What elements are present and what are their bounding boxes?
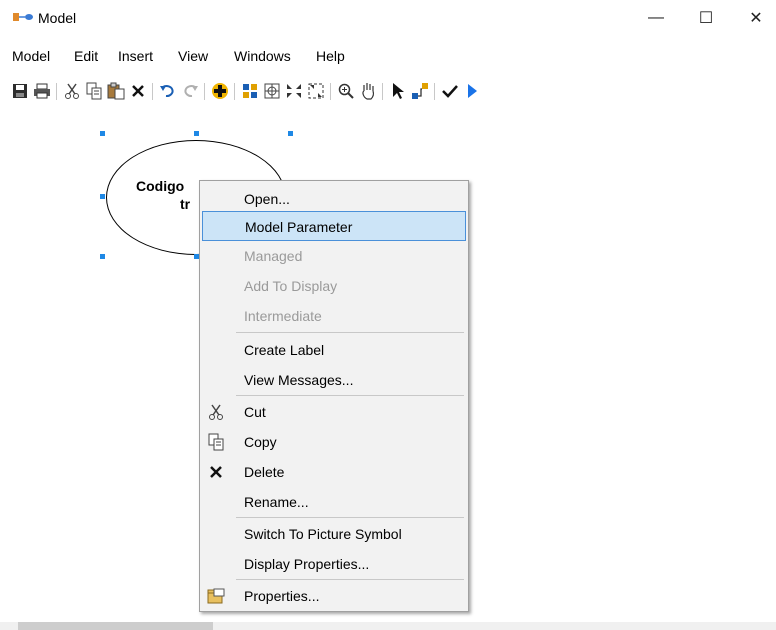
pan-icon[interactable] bbox=[358, 81, 378, 101]
toolbar bbox=[0, 76, 776, 106]
toolbar-separator bbox=[204, 83, 205, 100]
delete-icon[interactable] bbox=[128, 81, 148, 101]
selection-handle[interactable] bbox=[100, 131, 105, 136]
scrollbar-thumb[interactable] bbox=[18, 622, 213, 630]
model-element-label: Codigo bbox=[136, 178, 185, 194]
menu-item-label: Copy bbox=[244, 434, 277, 450]
window-title: Model bbox=[38, 10, 77, 26]
delete-icon bbox=[206, 463, 226, 481]
toolbar-separator bbox=[382, 83, 383, 100]
menu-item-label: Intermediate bbox=[244, 308, 322, 324]
toolbar-separator bbox=[152, 83, 153, 100]
selection-handle[interactable] bbox=[100, 194, 105, 199]
zoom-in-icon[interactable] bbox=[336, 81, 356, 101]
minimize-button[interactable]: — bbox=[636, 4, 676, 32]
menu-item-intermediate: Intermediate bbox=[202, 301, 466, 331]
run-icon[interactable] bbox=[462, 81, 482, 101]
menu-item-label: Switch To Picture Symbol bbox=[244, 526, 402, 542]
maximize-button[interactable]: ☐ bbox=[686, 4, 726, 32]
menu-item-label: Delete bbox=[244, 464, 285, 480]
fixed-zoom-in-icon[interactable] bbox=[284, 81, 304, 101]
menu-separator bbox=[236, 332, 464, 333]
menu-separator bbox=[236, 395, 464, 396]
menu-item-label: Properties... bbox=[244, 588, 320, 604]
redo-icon[interactable] bbox=[180, 81, 200, 101]
menu-item-label: View Messages... bbox=[244, 372, 354, 388]
connect-icon[interactable] bbox=[410, 81, 430, 101]
toolbar-separator bbox=[234, 83, 235, 100]
copy-icon[interactable] bbox=[84, 81, 104, 101]
select-icon[interactable] bbox=[388, 81, 408, 101]
menu-separator bbox=[236, 517, 464, 518]
menu-model[interactable]: Model bbox=[12, 48, 50, 64]
selection-handle[interactable] bbox=[100, 254, 105, 259]
menu-edit[interactable]: Edit bbox=[74, 48, 98, 64]
menu-item-label: Cut bbox=[244, 404, 266, 420]
modelbuilder-icon bbox=[12, 11, 34, 25]
save-icon[interactable] bbox=[10, 81, 30, 101]
menu-item-label: Open... bbox=[244, 191, 290, 207]
horizontal-scrollbar[interactable] bbox=[0, 622, 776, 630]
menu-item-delete[interactable]: Delete bbox=[202, 457, 466, 487]
close-button[interactable]: ✕ bbox=[736, 4, 776, 32]
menu-item-create-label[interactable]: Create Label bbox=[202, 335, 466, 365]
undo-icon[interactable] bbox=[158, 81, 178, 101]
copy-icon bbox=[206, 433, 226, 451]
print-icon[interactable] bbox=[32, 81, 52, 101]
menu-item-open[interactable]: Open... bbox=[202, 184, 466, 214]
toolbar-separator bbox=[56, 83, 57, 100]
menu-item-managed: Managed bbox=[202, 241, 466, 271]
menu-item-label: Create Label bbox=[244, 342, 325, 358]
menu-item-display-properties[interactable]: Display Properties... bbox=[202, 549, 466, 579]
menu-windows[interactable]: Windows bbox=[234, 48, 291, 64]
menu-item-model-parameter[interactable]: Model Parameter bbox=[202, 211, 466, 241]
context-menu: Open... Model Parameter Managed Add To D… bbox=[199, 180, 469, 612]
menu-item-properties[interactable]: Properties... bbox=[202, 581, 466, 611]
menu-item-add-to-display: Add To Display bbox=[202, 271, 466, 301]
selection-handle[interactable] bbox=[194, 131, 199, 136]
menu-item-cut[interactable]: Cut bbox=[202, 397, 466, 427]
menu-item-label: Managed bbox=[244, 248, 303, 264]
menu-insert[interactable]: Insert bbox=[118, 48, 153, 64]
menu-item-switch-to-picture-symbol[interactable]: Switch To Picture Symbol bbox=[202, 519, 466, 549]
menu-separator bbox=[236, 579, 464, 580]
menu-item-label: Add To Display bbox=[244, 278, 338, 294]
menu-item-label: Model Parameter bbox=[245, 219, 353, 235]
full-extent-icon[interactable] bbox=[262, 81, 282, 101]
properties-icon bbox=[206, 587, 226, 605]
paste-icon[interactable] bbox=[106, 81, 126, 101]
menu-item-view-messages[interactable]: View Messages... bbox=[202, 365, 466, 395]
title-bar: Model — ☐ ✕ bbox=[0, 0, 776, 38]
toolbar-separator bbox=[434, 83, 435, 100]
auto-layout-icon[interactable] bbox=[240, 81, 260, 101]
validate-icon[interactable] bbox=[440, 81, 460, 101]
menu-help[interactable]: Help bbox=[316, 48, 345, 64]
cut-icon bbox=[206, 403, 226, 421]
menu-item-rename[interactable]: Rename... bbox=[202, 487, 466, 517]
menu-item-label: Rename... bbox=[244, 494, 309, 510]
selection-handle[interactable] bbox=[288, 131, 293, 136]
model-element-label-line2: tr bbox=[180, 196, 191, 212]
menu-bar: Model Edit Insert View Windows Help bbox=[0, 44, 776, 68]
toolbar-separator bbox=[330, 83, 331, 100]
menu-item-copy[interactable]: Copy bbox=[202, 427, 466, 457]
menu-item-label: Display Properties... bbox=[244, 556, 370, 572]
cut-icon[interactable] bbox=[62, 81, 82, 101]
add-data-icon[interactable] bbox=[210, 81, 230, 101]
fixed-zoom-out-icon[interactable] bbox=[306, 81, 326, 101]
menu-view[interactable]: View bbox=[178, 48, 208, 64]
